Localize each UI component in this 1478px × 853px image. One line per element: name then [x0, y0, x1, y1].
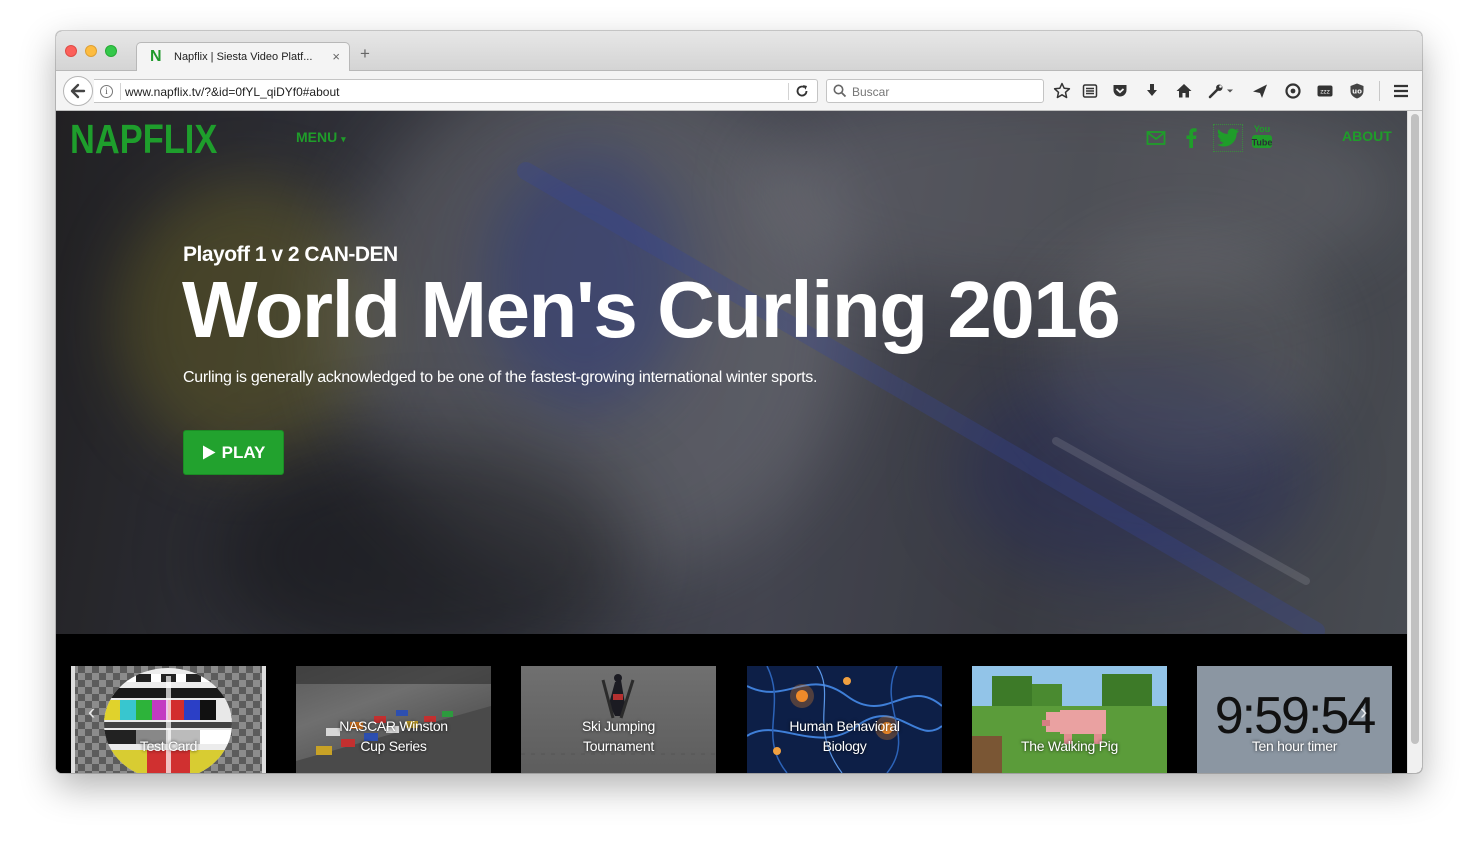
video-card-label: NASCAR Winston Cup Series [296, 716, 491, 756]
close-window-button[interactable] [65, 45, 77, 57]
twitter-icon [1217, 128, 1239, 147]
url-divider [120, 83, 121, 100]
play-label: PLAY [221, 442, 266, 462]
back-button[interactable] [63, 76, 93, 106]
test-card-thumbnail [71, 666, 266, 773]
video-card-walking-pig[interactable]: The Walking Pig [972, 666, 1167, 773]
video-card-label: Human Behavioral Biology [747, 716, 942, 756]
video-card-ski-jumping[interactable]: Ski Jumping Tournament [521, 666, 716, 773]
search-placeholder: Buscar [852, 85, 890, 99]
pocket-button[interactable] [1110, 81, 1130, 101]
facebook-link[interactable] [1180, 126, 1202, 150]
pocket-icon [1113, 85, 1127, 97]
navigation-toolbar: i www.napflix.tv/?&id=0fYL_qiDYf0#about … [56, 71, 1422, 111]
new-tab-button[interactable]: + [360, 45, 370, 62]
menu-dropdown[interactable]: MENU ▾ [296, 129, 346, 145]
carousel-prev-arrow[interactable]: ‹ [88, 699, 95, 725]
menu-label: MENU [296, 129, 338, 145]
info-icon[interactable]: i [100, 85, 113, 98]
sleep-icon: zzz [1317, 85, 1333, 97]
extension-sleep-button[interactable]: zzz [1315, 81, 1335, 101]
hero-banner: NAPFLIX MENU ▾ You Tube ABOUT Playoff 1 v… [56, 111, 1407, 634]
youtube-icon: You Tube [1252, 124, 1273, 148]
reading-list-icon [1082, 84, 1098, 98]
page-scrollbar[interactable] [1407, 111, 1422, 773]
minecraft-pig-thumbnail [972, 666, 1167, 773]
ublock-button[interactable]: uo [1347, 81, 1367, 101]
home-button[interactable] [1174, 81, 1194, 101]
tab-strip: N Napflix | Siesta Video Platf... × + [56, 31, 1422, 72]
video-card-label: Ski Jumping Tournament [521, 716, 716, 756]
video-card-label: Test Card [139, 738, 198, 754]
wrench-icon [1208, 84, 1223, 99]
play-icon [202, 445, 216, 460]
reload-icon[interactable] [794, 83, 810, 99]
at-icon [1285, 83, 1301, 99]
search-bar[interactable]: Buscar [826, 79, 1044, 103]
back-arrow-icon [70, 83, 86, 99]
email-link[interactable] [1144, 126, 1168, 150]
tab-title: Napflix | Siesta Video Platf... [174, 51, 313, 63]
video-card-label-line2: Biology [822, 738, 867, 754]
twitter-link[interactable] [1213, 124, 1243, 152]
developer-tools-dropdown[interactable] [1224, 81, 1236, 101]
toolbar-separator [1379, 81, 1380, 101]
svg-text:You: You [1254, 124, 1270, 134]
about-link[interactable]: ABOUT [1342, 128, 1392, 144]
send-tab-button[interactable] [1250, 81, 1270, 101]
mail-icon [1146, 131, 1166, 145]
video-card-human-biology[interactable]: Human Behavioral Biology [747, 666, 942, 773]
tab-napflix[interactable]: N Napflix | Siesta Video Platf... × [136, 42, 350, 72]
minimize-window-button[interactable] [85, 45, 97, 57]
facebook-icon [1186, 128, 1197, 148]
search-icon [833, 84, 847, 98]
zoom-window-button[interactable] [105, 45, 117, 57]
video-card-ten-hour-timer[interactable]: 9:59:54 Ten hour timer › [1197, 666, 1392, 773]
video-carousel: Test Card ‹ NASCAR Winston Cup Series Sk… [56, 634, 1407, 773]
video-card-label-line2: Cup Series [360, 738, 427, 754]
video-card-label-line1: Ski Jumping [582, 718, 655, 734]
hero-description: Curling is generally acknowledged to be … [183, 369, 818, 386]
star-icon [1053, 82, 1071, 99]
tab-close-icon[interactable]: × [332, 49, 340, 64]
downloads-button[interactable] [1142, 81, 1162, 101]
svg-text:Tube: Tube [1252, 138, 1273, 148]
reading-list-button[interactable] [1080, 81, 1100, 101]
download-icon [1147, 84, 1157, 96]
svg-text:uo: uo [1352, 88, 1362, 96]
home-icon [1176, 84, 1192, 98]
napflix-logo[interactable]: NAPFLIX [70, 116, 217, 163]
hero-title: World Men's Curling 2016 [182, 265, 1121, 354]
url-bar[interactable]: i www.napflix.tv/?&id=0fYL_qiDYf0#about [94, 79, 818, 103]
open-menu-button[interactable] [1391, 81, 1411, 101]
reload-divider [788, 83, 789, 100]
scrollbar-thumb[interactable] [1411, 114, 1419, 744]
carousel-next-arrow[interactable]: › [1360, 699, 1367, 725]
video-card-label: Ten hour timer [1251, 738, 1338, 754]
chevron-down-icon [1227, 89, 1233, 93]
extension-at-button[interactable] [1283, 81, 1303, 101]
video-card-nascar[interactable]: NASCAR Winston Cup Series [296, 666, 491, 773]
video-card-test-card[interactable]: Test Card ‹ [71, 666, 266, 773]
send-icon [1253, 84, 1267, 98]
caret-down-icon: ▾ [341, 134, 346, 144]
bookmark-star-button[interactable] [1052, 81, 1072, 101]
video-card-label-line2: Tournament [583, 738, 654, 754]
video-card-label-line1: Human Behavioral [789, 718, 900, 734]
video-card-label-line1: NASCAR Winston [339, 718, 448, 734]
developer-tools-button[interactable] [1206, 81, 1226, 101]
hamburger-menu-icon [1394, 84, 1408, 98]
url-text[interactable]: www.napflix.tv/?&id=0fYL_qiDYf0#about [125, 85, 339, 99]
play-button[interactable]: PLAY [183, 430, 284, 475]
napflix-favicon-icon: N [150, 48, 162, 65]
ublock-icon: uo [1350, 83, 1364, 99]
page-content: NAPFLIX MENU ▾ You Tube ABOUT Playoff 1 v… [56, 111, 1422, 773]
svg-text:zzz: zzz [1320, 89, 1329, 96]
video-card-label: The Walking Pig [1021, 738, 1118, 754]
browser-window: N Napflix | Siesta Video Platf... × + i … [56, 31, 1422, 773]
youtube-link[interactable]: You Tube [1249, 123, 1275, 151]
